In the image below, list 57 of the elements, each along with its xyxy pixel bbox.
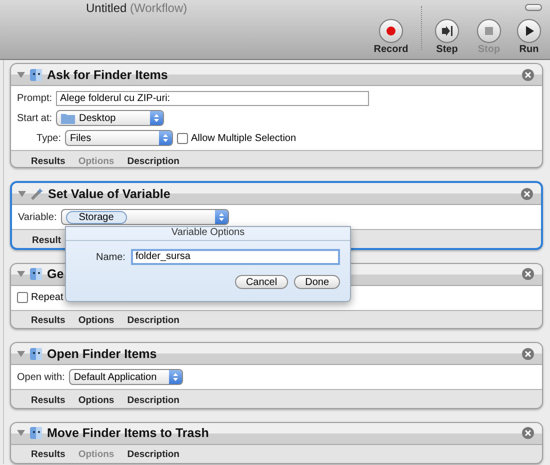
footer-tab[interactable]: Description bbox=[127, 394, 180, 406]
action-title: Ask for Finder Items bbox=[47, 68, 169, 82]
footer-tab[interactable]: Result bbox=[32, 234, 62, 246]
run-icon bbox=[523, 25, 535, 37]
close-icon[interactable] bbox=[522, 268, 534, 280]
action-card[interactable]: Open Finder Items Open with: Default Application Results Options Description bbox=[10, 342, 543, 409]
field-label: Prompt: bbox=[17, 92, 52, 104]
footer-tab[interactable]: Results bbox=[31, 449, 66, 460]
stop-icon bbox=[483, 25, 495, 37]
folder-icon bbox=[61, 112, 76, 124]
toolbar-button[interactable]: Step bbox=[430, 19, 464, 55]
dialog-button[interactable]: Cancel bbox=[234, 275, 288, 289]
popup-button[interactable]: Desktop bbox=[56, 110, 164, 126]
toolbar-toggle-icon[interactable] bbox=[525, 4, 542, 11]
prompt-field[interactable]: Alege folderul cu ZIP-uri: bbox=[56, 90, 370, 106]
footer-tab[interactable]: Options bbox=[78, 394, 114, 406]
field-label: Start at: bbox=[17, 112, 52, 124]
finder-icon bbox=[29, 346, 43, 361]
popup-button[interactable]: Files bbox=[65, 130, 173, 146]
footer-tab[interactable]: Description bbox=[127, 156, 180, 166]
action-title: Move Finder Items to Trash bbox=[47, 426, 210, 440]
footer-tab[interactable]: Results bbox=[31, 394, 66, 406]
wand-icon bbox=[30, 186, 44, 201]
popup-arrows-icon bbox=[168, 370, 182, 384]
close-icon[interactable] bbox=[522, 427, 534, 440]
close-icon[interactable] bbox=[521, 188, 533, 200]
checkbox[interactable]: Allow Multiple Selection bbox=[177, 132, 296, 144]
close-icon[interactable] bbox=[522, 68, 534, 80]
checkbox[interactable]: Repeat bbox=[17, 292, 64, 304]
close-icon[interactable] bbox=[522, 348, 534, 360]
popup-arrows-icon bbox=[214, 210, 228, 224]
popup-arrows-icon bbox=[150, 111, 164, 125]
dialog-title: Variable Options bbox=[66, 227, 350, 241]
window-title: Untitled (Workflow) bbox=[86, 1, 188, 15]
finder-icon bbox=[29, 426, 43, 440]
finder-icon bbox=[29, 267, 43, 282]
record-icon bbox=[385, 25, 397, 37]
step-icon bbox=[441, 25, 453, 37]
footer-tab[interactable]: Options bbox=[78, 315, 114, 326]
action-title: Set Value of Variable bbox=[48, 186, 172, 201]
toolbar-button[interactable]: Record bbox=[369, 19, 413, 55]
dialog-button[interactable]: Done bbox=[294, 275, 340, 289]
variable-popup[interactable]: Storage bbox=[60, 209, 229, 226]
action-title: Open Finder Items bbox=[47, 346, 158, 361]
field-label: Open with: bbox=[17, 372, 65, 383]
name-field[interactable]: folder_sursa bbox=[131, 249, 340, 265]
disclosure-triangle-icon[interactable] bbox=[18, 190, 26, 197]
footer-tab[interactable]: Description bbox=[127, 315, 180, 326]
field-label: Variable: bbox=[18, 212, 57, 223]
field-label: Type: bbox=[36, 132, 61, 144]
finder-icon bbox=[29, 68, 43, 82]
footer-tab[interactable]: Results bbox=[31, 315, 66, 326]
footer-tab[interactable]: Results bbox=[31, 156, 66, 166]
popup-button[interactable]: Default Application bbox=[68, 369, 183, 386]
footer-tab[interactable]: Description bbox=[127, 449, 180, 460]
field-label: Name: bbox=[96, 252, 126, 262]
popup-arrows-icon bbox=[159, 131, 172, 145]
